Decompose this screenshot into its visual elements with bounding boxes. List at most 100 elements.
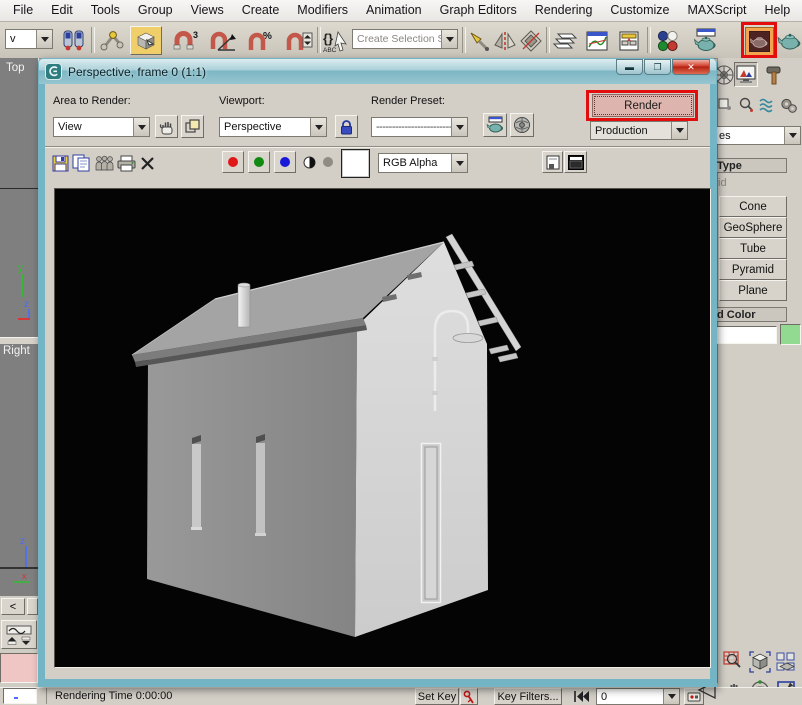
chevron-down-icon[interactable]	[310, 118, 326, 136]
primitive-category-combo[interactable]: es	[714, 126, 801, 145]
name-color-rollout-header[interactable]: d Color	[713, 307, 787, 322]
menu-group[interactable]: Group	[129, 0, 182, 21]
angle-snap-icon[interactable]	[206, 27, 240, 55]
chevron-down-icon[interactable]	[784, 127, 800, 144]
key-filters-button[interactable]: Key Filters...	[494, 688, 562, 705]
rfw-title-bar[interactable]: Perspective, frame 0 (1:1) ▬ ❐ ✕	[39, 59, 716, 84]
color-swatch-mode-button[interactable]	[564, 151, 587, 173]
render-setup-dialog-button[interactable]	[483, 113, 507, 137]
render-setup-icon[interactable]	[692, 27, 720, 55]
production-mode-combo[interactable]: Production	[590, 121, 688, 140]
go-to-start-icon[interactable]	[572, 690, 590, 705]
lock-viewport-button[interactable]	[335, 115, 358, 138]
space-warps-icon[interactable]	[758, 97, 776, 113]
helpers-icon[interactable]	[718, 97, 732, 111]
display-tab[interactable]	[734, 62, 758, 87]
menu-modifiers[interactable]: Modifiers	[288, 0, 357, 21]
menu-edit[interactable]: Edit	[42, 0, 82, 21]
chevron-down-icon[interactable]	[451, 154, 467, 172]
menu-maxscript[interactable]: MAXScript	[678, 0, 755, 21]
menu-animation[interactable]: Animation	[357, 0, 431, 21]
object-type-rollout-header[interactable]: Type	[713, 158, 787, 173]
zoom-extents-icon[interactable]	[748, 650, 772, 674]
alpha-channel-icon[interactable]	[321, 156, 335, 168]
magnifier-icon[interactable]	[738, 97, 754, 113]
cone-button[interactable]: Cone	[719, 196, 787, 217]
mini-curve-editor-button[interactable]	[1, 620, 37, 649]
curve-editor-icon[interactable]	[583, 27, 611, 55]
print-image-icon[interactable]	[115, 153, 137, 173]
chevron-down-icon[interactable]	[671, 122, 687, 139]
clone-rendered-frame-icon[interactable]	[93, 153, 115, 173]
align-icon[interactable]	[517, 27, 545, 55]
tube-button[interactable]: Tube	[719, 238, 787, 259]
chevron-down-icon[interactable]	[663, 689, 679, 704]
schematic-view-icon[interactable]	[615, 27, 643, 55]
monochrome-channel-icon[interactable]	[300, 154, 318, 170]
trackbar-scroll-piece[interactable]	[27, 598, 38, 615]
named-selection-sets-icon[interactable]: {}ABC	[321, 27, 351, 55]
undo-view-combo[interactable]: v	[5, 29, 53, 49]
background-color-swatch[interactable]	[341, 149, 370, 178]
menu-rendering[interactable]: Rendering	[526, 0, 602, 21]
chevron-down-icon[interactable]	[451, 118, 467, 136]
green-channel-button[interactable]	[248, 151, 270, 173]
layer-channel-button[interactable]	[542, 151, 563, 173]
snaps-toggle-button[interactable]	[130, 26, 162, 55]
minimize-button[interactable]: ▬	[616, 59, 643, 75]
blue-channel-button[interactable]	[274, 151, 296, 173]
menu-views[interactable]: Views	[182, 0, 233, 21]
viewport-top[interactable]: Top	[0, 58, 39, 188]
material-editor-icon[interactable]	[653, 27, 681, 55]
maximize-button[interactable]: ❐	[644, 59, 671, 75]
snap-toggle-3d-icon[interactable]: 3	[168, 27, 202, 55]
viewport-right-view[interactable]: Right z x	[0, 344, 39, 596]
clear-image-icon[interactable]	[137, 153, 157, 173]
select-and-manipulate-icon[interactable]	[60, 27, 88, 55]
isolate-selection-icon[interactable]	[465, 27, 493, 55]
layer-manager-icon[interactable]	[551, 27, 579, 55]
menu-graph-editors[interactable]: Graph Editors	[431, 0, 526, 21]
save-image-icon[interactable]	[50, 153, 70, 173]
edit-region-hand-button[interactable]	[155, 115, 178, 138]
percent-snap-icon[interactable]: %	[244, 27, 278, 55]
region-zoom-icon[interactable]	[722, 650, 746, 674]
mini-listener-macro-line[interactable]	[0, 653, 38, 683]
spinner-snap-icon[interactable]	[282, 27, 316, 55]
copy-image-icon[interactable]	[70, 153, 92, 173]
viewport-combo[interactable]: Perspective	[219, 117, 327, 137]
pyramid-button[interactable]: Pyramid	[719, 259, 787, 280]
auto-region-button[interactable]	[181, 115, 204, 138]
object-name-field[interactable]	[713, 326, 777, 344]
chevron-down-icon[interactable]	[441, 30, 457, 48]
menu-create[interactable]: Create	[233, 0, 289, 21]
set-keys-key-icon[interactable]	[460, 688, 478, 705]
environment-effects-button[interactable]	[510, 113, 534, 137]
menu-file[interactable]: File	[4, 0, 42, 21]
viewport-left-upper[interactable]: y z	[0, 189, 39, 337]
systems-icon[interactable]	[780, 97, 798, 114]
render-preset-combo[interactable]: ------------------------	[371, 117, 468, 137]
rendered-frame-window-button[interactable]	[745, 27, 774, 56]
set-key-button[interactable]: Set Key	[415, 688, 459, 705]
area-to-render-combo[interactable]: View	[53, 117, 150, 137]
named-selection-set-combo[interactable]: Create Selection Set	[352, 29, 458, 49]
object-color-swatch[interactable]	[780, 324, 801, 345]
geosphere-button[interactable]: GeoSphere	[719, 217, 787, 238]
menu-customize[interactable]: Customize	[601, 0, 678, 21]
select-and-link-icon[interactable]	[98, 27, 126, 55]
maxscript-mini-listener[interactable]	[3, 688, 37, 704]
zoom-extents-all-icon[interactable]	[774, 650, 798, 674]
quick-render-icon[interactable]	[776, 27, 802, 55]
chevron-down-icon[interactable]	[133, 118, 149, 136]
plane-button[interactable]: Plane	[719, 280, 787, 301]
utilities-tab[interactable]	[763, 62, 787, 87]
trackbar-scroll-left-button[interactable]: <	[1, 598, 25, 615]
channel-display-combo[interactable]: RGB Alpha	[378, 153, 468, 173]
red-channel-button[interactable]	[222, 151, 244, 173]
chevron-down-icon[interactable]	[36, 30, 52, 48]
render-button[interactable]: Render	[592, 94, 694, 117]
menu-tools[interactable]: Tools	[82, 0, 129, 21]
close-button[interactable]: ✕	[672, 59, 710, 75]
menu-help[interactable]: Help	[756, 0, 800, 21]
